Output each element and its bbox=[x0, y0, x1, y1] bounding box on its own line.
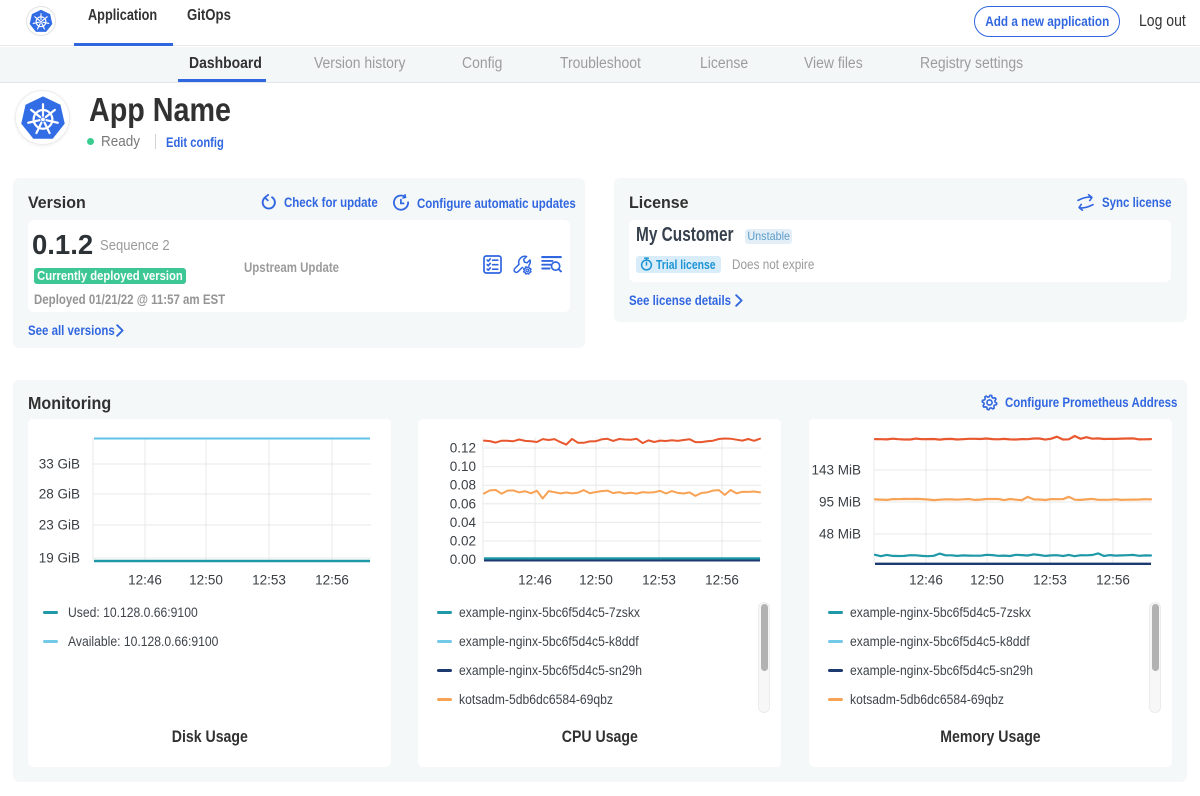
svg-text:12:53: 12:53 bbox=[252, 573, 286, 588]
svg-text:12:50: 12:50 bbox=[579, 573, 613, 588]
svg-text:33 GiB: 33 GiB bbox=[39, 457, 80, 472]
svg-text:12:56: 12:56 bbox=[1096, 573, 1130, 588]
svg-text:12:46: 12:46 bbox=[518, 573, 552, 588]
svg-text:143 MiB: 143 MiB bbox=[811, 463, 861, 478]
svg-text:48 MiB: 48 MiB bbox=[819, 527, 861, 542]
svg-text:0.08: 0.08 bbox=[450, 478, 476, 493]
svg-text:0.06: 0.06 bbox=[450, 496, 476, 511]
svg-text:19 GiB: 19 GiB bbox=[39, 551, 80, 566]
svg-text:23 GiB: 23 GiB bbox=[39, 518, 80, 533]
svg-text:95 MiB: 95 MiB bbox=[819, 495, 861, 510]
svg-text:12:46: 12:46 bbox=[909, 573, 943, 588]
svg-text:0.02: 0.02 bbox=[450, 534, 476, 549]
svg-text:0.00: 0.00 bbox=[450, 552, 476, 567]
svg-text:12:53: 12:53 bbox=[1033, 573, 1067, 588]
svg-text:12:56: 12:56 bbox=[315, 573, 349, 588]
svg-text:0.10: 0.10 bbox=[450, 459, 476, 474]
svg-text:12:50: 12:50 bbox=[189, 573, 223, 588]
svg-text:12:56: 12:56 bbox=[705, 573, 739, 588]
svg-text:12:53: 12:53 bbox=[642, 573, 676, 588]
svg-text:0.04: 0.04 bbox=[450, 515, 477, 530]
svg-text:12:46: 12:46 bbox=[128, 573, 162, 588]
svg-text:28 GiB: 28 GiB bbox=[39, 487, 80, 502]
svg-text:0.12: 0.12 bbox=[450, 441, 476, 456]
svg-text:12:50: 12:50 bbox=[970, 573, 1004, 588]
